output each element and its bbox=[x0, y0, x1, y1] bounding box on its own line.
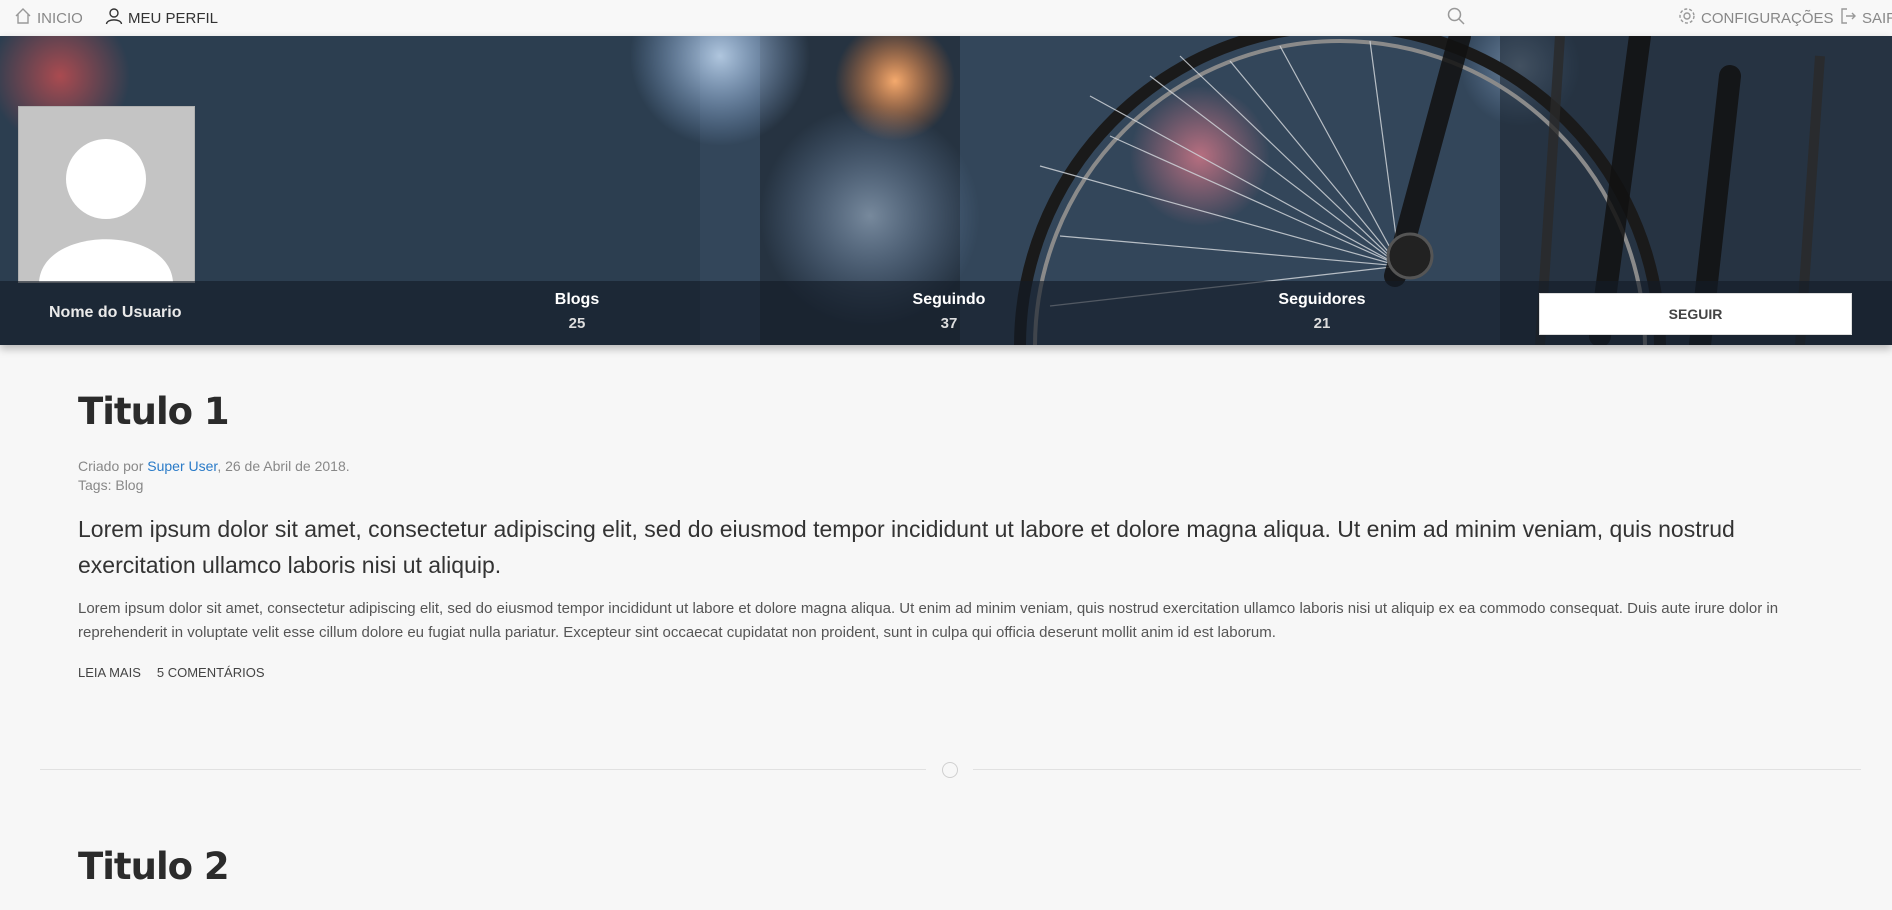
stat-followers-label: Seguidores bbox=[1278, 291, 1366, 308]
top-navbar: INICIO MEU PERFIL CONFIGURAÇÕES SAIR bbox=[0, 0, 1892, 37]
search-icon bbox=[1446, 6, 1466, 30]
post-divider-right bbox=[973, 769, 1861, 770]
post-tags: Tags: Blog bbox=[78, 477, 144, 493]
nav-home-label: INICIO bbox=[37, 9, 83, 27]
stat-blogs[interactable]: Blogs 25 bbox=[507, 291, 647, 332]
post-author-link[interactable]: Super User bbox=[147, 458, 217, 474]
post-meta-date: , 26 de Abril de 2018. bbox=[217, 458, 350, 474]
profile-username: Nome do Usuario bbox=[49, 304, 182, 321]
gear-icon bbox=[1677, 6, 1697, 30]
avatar[interactable] bbox=[18, 106, 195, 283]
blog-post: Titulo 1 Criado por Super User, 26 de Ab… bbox=[78, 390, 1838, 680]
post-meta-prefix: Criado por bbox=[78, 458, 148, 474]
post-title[interactable]: Titulo 1 bbox=[78, 390, 1838, 433]
nav-settings[interactable]: CONFIGURAÇÕES bbox=[1677, 0, 1834, 36]
stat-following-value: 37 bbox=[940, 315, 958, 332]
nav-my-profile[interactable]: MEU PERFIL bbox=[104, 0, 218, 36]
post-meta: Criado por Super User, 26 de Abril de 20… bbox=[78, 457, 1838, 495]
nav-settings-label: CONFIGURAÇÕES bbox=[1701, 9, 1834, 27]
comments-link[interactable]: 5 COMENTÁRIOS bbox=[157, 665, 265, 680]
user-placeholder-icon bbox=[19, 107, 194, 282]
post-title[interactable]: Titulo 2 bbox=[78, 845, 1838, 888]
blog-post: Titulo 2 bbox=[78, 845, 1838, 888]
user-icon bbox=[104, 6, 124, 30]
post-actions: LEIA MAIS 5 COMENTÁRIOS bbox=[78, 665, 1838, 680]
nav-profile-label: MEU PERFIL bbox=[128, 9, 219, 27]
stat-following-label: Seguindo bbox=[912, 291, 986, 308]
logout-icon bbox=[1838, 6, 1858, 30]
post-lead: Lorem ipsum dolor sit amet, consectetur … bbox=[78, 516, 1735, 578]
divider-circle-icon bbox=[942, 762, 958, 778]
post-body: Lorem ipsum dolor sit amet, consectetur … bbox=[78, 600, 1779, 641]
profile-cover: Nome do Usuario Blogs 25 Seguindo 37 Seg… bbox=[0, 36, 1892, 345]
read-more-link[interactable]: LEIA MAIS bbox=[78, 665, 141, 680]
home-icon bbox=[13, 6, 33, 30]
nav-logout[interactable]: SAIR bbox=[1838, 0, 1892, 36]
stat-blogs-label: Blogs bbox=[554, 291, 600, 308]
stat-followers[interactable]: Seguidores 21 bbox=[1252, 291, 1392, 332]
stat-blogs-value: 25 bbox=[568, 315, 586, 332]
nav-logout-label: SAIR bbox=[1862, 9, 1892, 27]
nav-home[interactable]: INICIO bbox=[13, 0, 83, 36]
stat-followers-value: 21 bbox=[1313, 315, 1331, 332]
follow-button[interactable]: SEGUIR bbox=[1539, 293, 1852, 335]
search-button[interactable] bbox=[1446, 0, 1466, 36]
post-divider-left bbox=[40, 769, 926, 770]
profile-stats-bar: Nome do Usuario Blogs 25 Seguindo 37 Seg… bbox=[0, 281, 1892, 345]
stat-following[interactable]: Seguindo 37 bbox=[879, 291, 1019, 332]
